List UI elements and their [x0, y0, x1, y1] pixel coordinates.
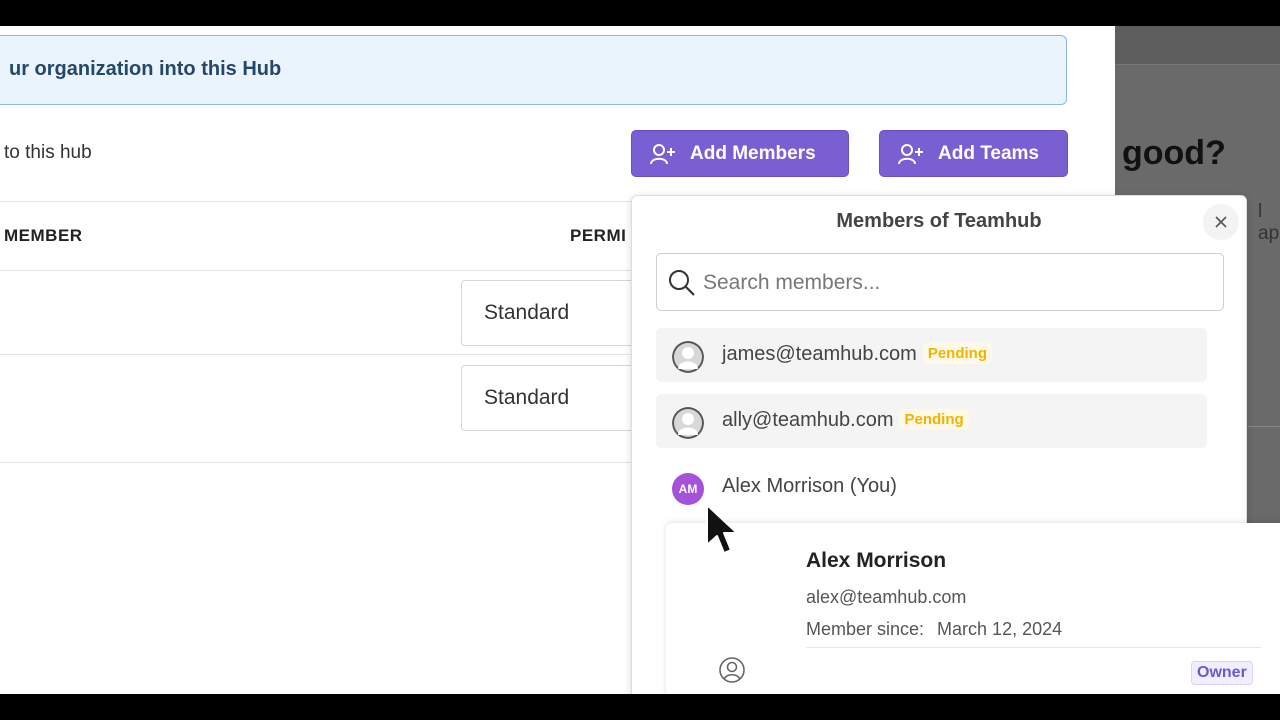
dialog-header-strip: [1115, 26, 1280, 65]
member-column-header: MEMBER: [4, 226, 83, 245]
member-name: Alex Morrison (You): [722, 475, 897, 497]
header-divider: [0, 270, 640, 271]
row-divider: [0, 354, 640, 355]
default-avatar-icon: [672, 341, 704, 373]
add-teams-label: Add Teams: [938, 142, 1040, 164]
hub-description: to this hub: [4, 142, 92, 163]
member-since: Member since: March 12, 2024: [806, 619, 1063, 639]
close-button[interactable]: [1203, 204, 1239, 240]
avatar: AM: [672, 473, 704, 505]
role-badge: Owner: [1191, 661, 1253, 685]
dialog-title: good?: [1122, 134, 1226, 172]
profile-card: Alex Morrison alex@teamhub.com Member si…: [666, 523, 1280, 694]
pending-badge: Pending: [899, 409, 969, 430]
search-box[interactable]: [656, 253, 1224, 311]
banner-text: ur organization into this Hub: [9, 58, 282, 80]
permission-column-header: PERMI: [570, 226, 627, 245]
members-panel: Members of Teamhub james@teamhub.comPend…: [631, 195, 1280, 694]
member-email: james@teamhub.com Pending: [722, 343, 992, 366]
add-teams-button[interactable]: Add Teams: [879, 130, 1068, 177]
dialog-divider: [1248, 426, 1280, 427]
profile-name: Alex Morrison: [806, 549, 947, 572]
row-divider: [0, 462, 640, 463]
search-input[interactable]: [701, 264, 1205, 302]
add-members-label: Add Members: [690, 142, 816, 164]
member-row[interactable]: james@teamhub.com Pending: [656, 328, 1207, 382]
add-user-icon: [650, 143, 675, 164]
search-icon: [669, 270, 695, 296]
profile-email: alex@teamhub.com: [806, 587, 967, 607]
dialog-text: l ap: [1258, 201, 1280, 244]
card-divider: [806, 647, 1261, 648]
pending-badge: Pending: [922, 343, 992, 364]
mouse-cursor-icon: [703, 503, 743, 564]
member-email: ally@teamhub.com Pending: [722, 409, 969, 432]
member-row[interactable]: ally@teamhub.com Pending: [656, 394, 1207, 448]
add-user-icon: [898, 143, 923, 164]
panel-title: Members of Teamhub: [836, 210, 1042, 232]
close-icon: [1215, 216, 1227, 228]
add-members-button[interactable]: Add Members: [631, 130, 849, 177]
info-banner: ur organization into this Hub: [0, 35, 1067, 105]
user-circle-icon: [718, 656, 746, 689]
default-avatar-icon: [672, 407, 704, 439]
app-frame: ur organization into this Hub to this hu…: [0, 26, 1280, 694]
table-top-border: [0, 201, 640, 202]
